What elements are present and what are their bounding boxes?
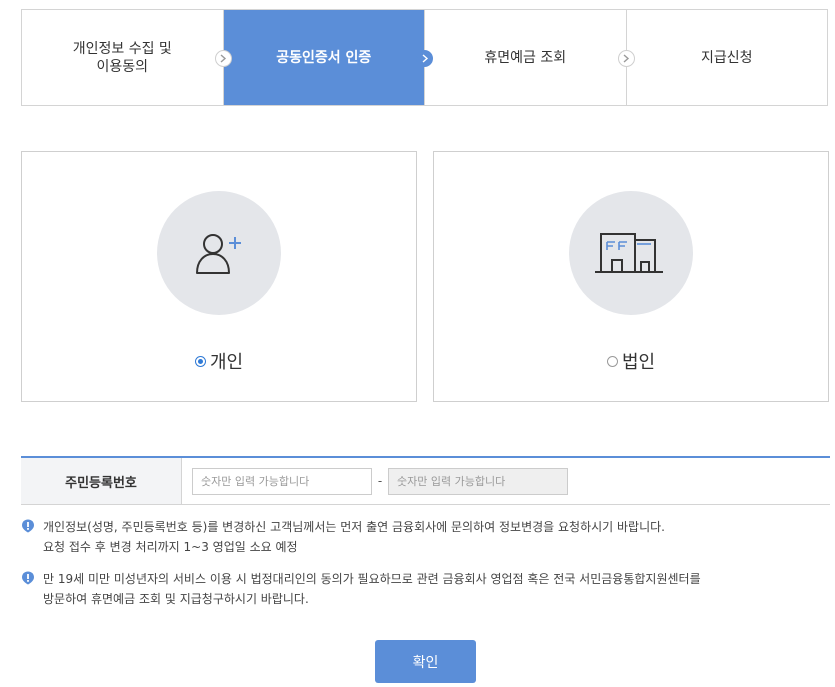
rrn-first-input[interactable]	[192, 467, 372, 495]
personal-label: 개인	[209, 352, 244, 373]
corporate-radio[interactable]	[606, 355, 618, 367]
step-label: 개인정보 수집 및 이용동의	[72, 40, 172, 75]
chevron-right-icon	[416, 49, 433, 67]
step-label: 지급신청	[700, 49, 753, 66]
step-progress-bar: 개인정보 수집 및 이용동의 공동인증서 인증 휴면예금 조회 지급신청	[21, 9, 828, 106]
person-add-icon	[196, 234, 241, 274]
customer-type-personal-card[interactable]: 개인	[21, 151, 417, 402]
step-payment-request: 지급신청	[625, 10, 827, 105]
rrn-separator: -	[377, 474, 383, 488]
notice-item: 개인정보(성명, 주민등록번호 등)를 변경하신 고객님께서는 먼저 출연 금융…	[21, 517, 830, 557]
confirm-button[interactable]: 확인	[375, 640, 476, 683]
customer-type-corporate-card[interactable]: 법인	[433, 151, 829, 402]
info-icon	[22, 519, 34, 533]
chevron-right-icon	[617, 49, 635, 67]
step-certificate-auth: 공동인증서 인증	[222, 10, 433, 105]
personal-radio-option[interactable]: 개인	[22, 348, 416, 374]
step-privacy-consent: 개인정보 수집 및 이용동의	[22, 10, 232, 105]
corporate-radio-option[interactable]: 법인	[434, 348, 828, 374]
building-icon	[595, 233, 663, 273]
resident-registration-number-row: 주민등록번호 -	[21, 456, 830, 505]
step-dormant-deposit-inquiry: 휴면예금 조회	[424, 10, 635, 105]
info-icon	[22, 571, 34, 585]
personal-radio[interactable]	[194, 355, 206, 367]
notice-item: 만 19세 미만 미성년자의 서비스 이용 시 법정대리인의 동의가 필요하므로…	[21, 569, 830, 609]
notice-text: 개인정보(성명, 주민등록번호 등)를 변경하신 고객님께서는 먼저 출연 금융…	[43, 520, 665, 554]
rrn-second-input[interactable]	[388, 467, 568, 495]
step-label: 공동인증서 인증	[276, 49, 372, 66]
corporate-icon-circle	[569, 191, 693, 315]
notice-text: 만 19세 미만 미성년자의 서비스 이용 시 법정대리인의 동의가 필요하므로…	[43, 572, 701, 606]
step-label: 휴면예금 조회	[484, 49, 567, 66]
rrn-label: 주민등록번호	[21, 458, 182, 504]
corporate-label: 법인	[621, 352, 656, 373]
personal-icon-circle	[157, 191, 281, 315]
chevron-right-icon	[214, 49, 232, 67]
rrn-fields: -	[182, 458, 568, 504]
